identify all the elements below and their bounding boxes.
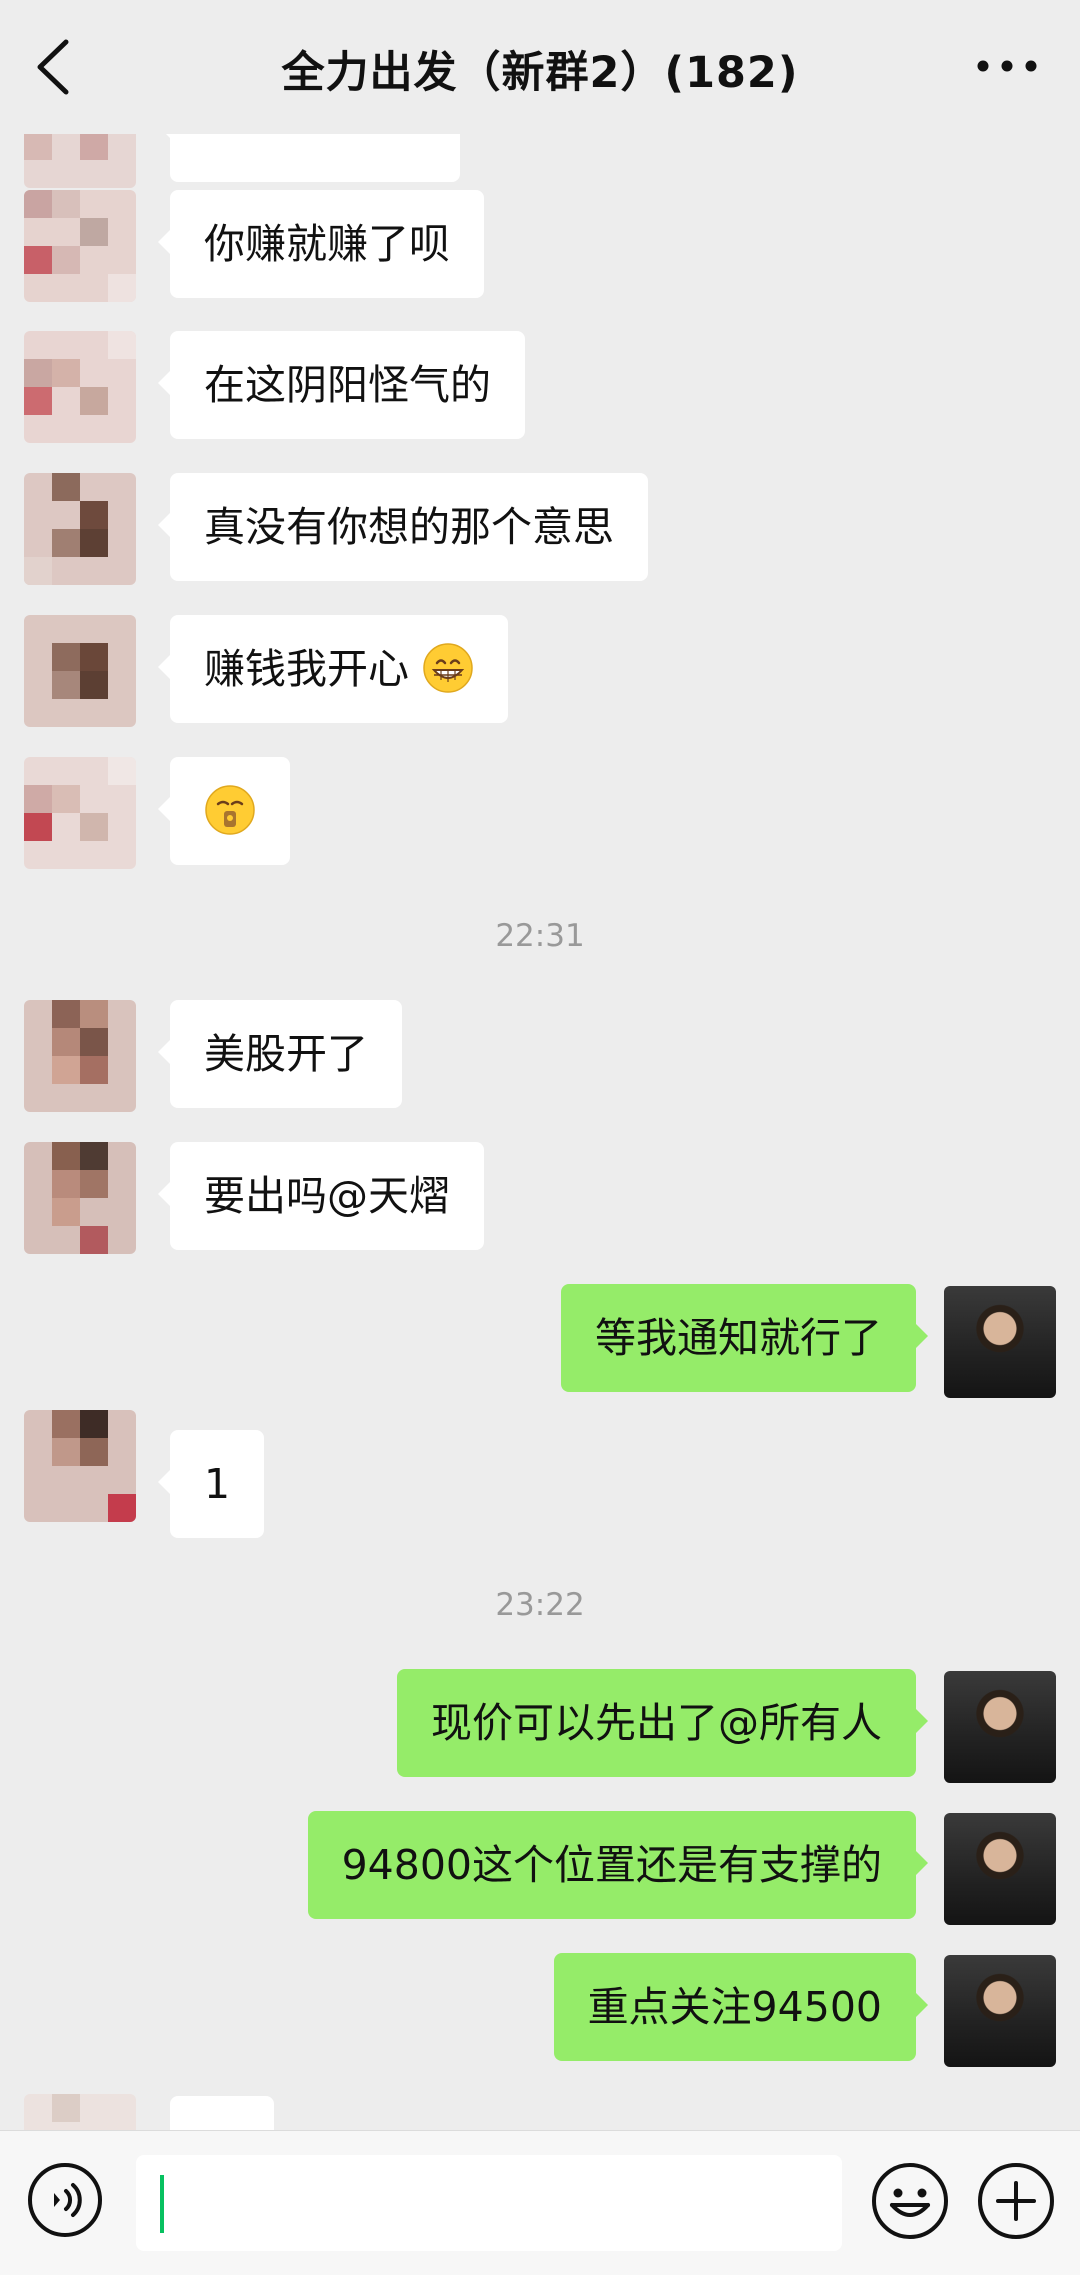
message-bubble[interactable]: 要出吗@天熠 (158, 1142, 484, 1250)
avatar[interactable] (24, 190, 136, 302)
avatar[interactable] (944, 1813, 1056, 1925)
message-list[interactable]: 你赚就赚了呗 在这阴阳怪气的 真没有你想的那个意思 赚钱我开心 22:31 美股… (0, 134, 1080, 2130)
message-bubble[interactable] (158, 757, 290, 865)
message-text: 你赚就赚了呗 (204, 220, 450, 268)
avatar[interactable] (24, 1000, 136, 1112)
zipper-mouth-face-emoji (205, 785, 255, 835)
voice-icon[interactable] (26, 2161, 104, 2239)
message-bubble[interactable]: 94800这个位置还是有支撑的 (307, 1811, 929, 1919)
message-bubble[interactable]: 你赚就赚了呗 (158, 190, 484, 298)
message-text: 94800这个位置还是有支撑的 (341, 1841, 882, 1889)
plus-circle-icon[interactable] (976, 2161, 1056, 2241)
message-text: 美股开了 (204, 1030, 368, 1078)
avatar[interactable] (944, 1671, 1056, 1783)
message-text: 在这阴阳怪气的 (204, 361, 491, 409)
ellipsis-icon[interactable] (972, 46, 1042, 86)
smiley-icon[interactable] (870, 2161, 950, 2241)
chat-header: 全力出发（新群2）(182) (0, 0, 1080, 134)
message-text: 赚钱我开心 (204, 645, 409, 693)
message-bubble[interactable]: 赚钱我开心 (157, 615, 509, 723)
message-text: 现价可以先出了@所有人 (431, 1699, 882, 1747)
message-text: 重点关注94500 (587, 1983, 882, 2031)
message-text: 1 (204, 1460, 231, 1508)
message-bubble[interactable]: 等我通知就行了 (561, 1284, 928, 1392)
avatar[interactable] (24, 615, 136, 727)
message-bubble[interactable] (170, 2096, 274, 2130)
avatar[interactable] (944, 1286, 1056, 1398)
timestamp: 23:22 (495, 1587, 585, 1623)
avatar[interactable] (24, 1142, 136, 1254)
message-bubble[interactable]: 在这阴阳怪气的 (158, 331, 525, 439)
timestamp: 22:31 (495, 918, 585, 954)
message-bubble[interactable]: 重点关注94500 (553, 1953, 929, 2061)
avatar[interactable] (24, 473, 136, 585)
message-bubble[interactable]: 1 (157, 1430, 265, 1538)
message-text: 要出吗@天熠 (204, 1172, 450, 1220)
message-bubble[interactable] (158, 134, 460, 182)
message-bubble[interactable]: 真没有你想的那个意思 (158, 473, 648, 581)
text-caret (160, 2175, 164, 2233)
avatar[interactable] (24, 134, 136, 188)
avatar[interactable] (24, 331, 136, 443)
message-text: 真没有你想的那个意思 (204, 503, 614, 551)
avatar[interactable] (24, 2094, 136, 2130)
message-bubble[interactable]: 现价可以先出了@所有人 (397, 1669, 928, 1777)
chat-title: 全力出发（新群2）(182) (281, 48, 799, 98)
avatar[interactable] (24, 757, 136, 869)
grinning-face-emoji (423, 643, 473, 693)
input-bar (0, 2130, 1080, 2275)
message-text: 等我通知就行了 (595, 1314, 882, 1362)
message-input[interactable] (136, 2155, 842, 2251)
avatar[interactable] (944, 1955, 1056, 2067)
avatar[interactable] (24, 1410, 136, 1522)
message-bubble[interactable]: 美股开了 (158, 1000, 402, 1108)
